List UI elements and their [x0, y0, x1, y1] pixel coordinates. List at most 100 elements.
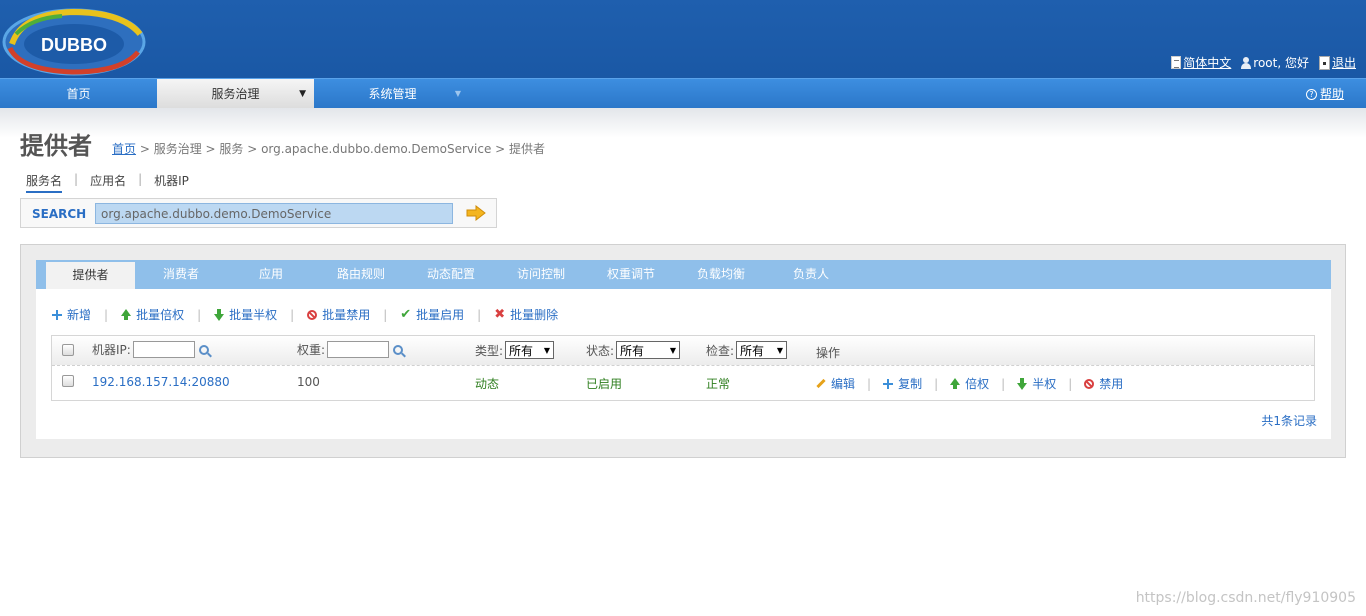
breadcrumb: 首页 > 服务治理 > 服务 > org.apache.dubbo.demo.D… [112, 140, 545, 157]
copy-label: 复制 [898, 377, 923, 391]
main-panel: 提供者 消费者 应用 路由规则 动态配置 访问控制 权重调节 负载均衡 负责人 … [20, 244, 1346, 458]
ip-filter: 机器IP: [92, 341, 209, 358]
divider: | [1068, 376, 1073, 391]
tab-applications[interactable]: 应用 [226, 260, 316, 289]
search-box: SEARCH [20, 198, 497, 228]
search-icon[interactable] [198, 344, 209, 355]
nav-item-home[interactable]: 首页 [0, 79, 157, 109]
help-icon: ? [1305, 88, 1317, 100]
type-select-value: 所有 [509, 343, 534, 358]
chevron-down-icon: ▼ [299, 89, 306, 99]
toolbar: 新增 | 批量倍权 | 批量半权 | 批量禁用 | ✔ 批量启用 | ✖ 批量删… [52, 306, 558, 323]
divider: | [104, 307, 109, 322]
edit-button[interactable]: 编辑 [816, 375, 855, 392]
breadcrumb-home-link[interactable]: 首页 [112, 142, 136, 156]
select-all-checkbox[interactable] [62, 344, 74, 356]
search-tab-application[interactable]: 应用名 [90, 172, 126, 193]
edit-label: 编辑 [831, 377, 856, 391]
tab-weights[interactable]: 权重调节 [586, 260, 676, 289]
ban-icon [1084, 378, 1095, 389]
tab-access[interactable]: 访问控制 [496, 260, 586, 289]
arrow-down-icon [214, 309, 225, 321]
type-filter: 类型: 所有 ▼ [475, 341, 555, 359]
search-input[interactable] [95, 203, 453, 224]
arrow-up-icon [121, 309, 132, 320]
search-tab-service[interactable]: 服务名 [26, 172, 63, 193]
type-select[interactable]: 所有 ▼ [505, 341, 555, 359]
nav-item-label: 服务治理 [211, 87, 260, 101]
divider: | [934, 376, 939, 391]
double-label: 倍权 [965, 377, 990, 391]
arrow-right-icon[interactable] [466, 205, 486, 221]
half-weight-button[interactable]: 半权 [1017, 375, 1056, 392]
status-select-value: 所有 [620, 343, 645, 358]
provider-status: 已启用 [586, 377, 623, 391]
language-label[interactable]: 简体中文 [1183, 54, 1231, 71]
copy-button[interactable]: 复制 [883, 375, 922, 392]
dubbo-logo[interactable]: DUBBO [2, 4, 148, 76]
batch-double-button[interactable]: 批量倍权 [121, 306, 184, 323]
batch-double-label: 批量倍权 [136, 308, 185, 322]
divider: | [867, 376, 872, 391]
status-filter: 状态: 所有 ▼ [586, 341, 681, 359]
tab-loadbalance[interactable]: 负载均衡 [676, 260, 766, 289]
tab-owners[interactable]: 负责人 [766, 260, 856, 289]
header-links: 简体中文 root, 您好 退出 [1171, 54, 1356, 71]
chevron-down-icon: ▼ [454, 89, 461, 98]
batch-disable-button[interactable]: 批量禁用 [307, 306, 370, 323]
main-nav: 首页 服务治理 ▼ 系统管理 ▼ ? 帮助 [0, 78, 1366, 109]
language-link[interactable]: 简体中文 [1171, 54, 1231, 71]
document-icon [1171, 56, 1182, 69]
chevron-down-icon: ▼ [543, 345, 551, 355]
add-button[interactable]: 新增 [52, 306, 91, 323]
row-actions: 编辑 | 复制 | 倍权 | 半权 | 禁用 [816, 375, 1123, 392]
search-icon[interactable] [393, 344, 404, 355]
tab-consumers[interactable]: 消费者 [136, 260, 226, 289]
actions-header: 操作 [816, 346, 841, 360]
logout-label[interactable]: 退出 [1332, 54, 1356, 71]
batch-half-button[interactable]: 批量半权 [214, 306, 277, 323]
ip-filter-input[interactable] [132, 341, 195, 358]
divider: | [290, 307, 295, 322]
logout-icon [1318, 55, 1330, 70]
disable-button[interactable]: 禁用 [1084, 375, 1123, 392]
tab-routes[interactable]: 路由规则 [316, 260, 406, 289]
batch-enable-button[interactable]: ✔ 批量启用 [400, 306, 464, 323]
page-title: 提供者 [20, 132, 92, 160]
chevron-down-icon: ▼ [669, 345, 677, 355]
disable-label: 禁用 [1099, 377, 1124, 391]
divider: | [74, 172, 79, 186]
arrow-up-icon [950, 378, 961, 389]
status-select[interactable]: 所有 ▼ [616, 341, 681, 359]
watermark-text: https://blog.csdn.net/fly910905 [1135, 590, 1356, 606]
weight-filter-input[interactable] [327, 341, 390, 358]
add-label: 新增 [67, 308, 92, 322]
batch-delete-label: 批量删除 [510, 308, 559, 322]
plus-icon [52, 309, 62, 320]
type-header: 类型: [475, 343, 504, 358]
header-shade [0, 108, 1366, 138]
search-tab-ip[interactable]: 机器IP [154, 172, 189, 193]
logout-link[interactable]: 退出 [1318, 54, 1356, 71]
check-select[interactable]: 所有 ▼ [736, 341, 788, 359]
check-icon: ✔ [400, 307, 412, 322]
help-label[interactable]: 帮助 [1320, 79, 1344, 109]
tab-bar: 提供者 消费者 应用 路由规则 动态配置 访问控制 权重调节 负载均衡 负责人 [36, 260, 1331, 289]
app-header: DUBBO 简体中文 root, 您好 退出 [0, 0, 1366, 78]
provider-address-link[interactable]: 192.168.157.14:20880 [92, 375, 230, 389]
providers-table: 机器IP: 权重: 类型: 所有 ▼ 状态: 所有 ▼ 检查: 所有 ▼ 操作 … [51, 335, 1315, 401]
record-count: 共1条记录 [1261, 414, 1317, 428]
svg-text:DUBBO: DUBBO [41, 35, 107, 55]
double-weight-button[interactable]: 倍权 [950, 375, 989, 392]
check-select-value: 所有 [740, 343, 765, 358]
divider: | [477, 307, 482, 322]
tab-overrides[interactable]: 动态配置 [406, 260, 496, 289]
row-checkbox[interactable] [62, 375, 74, 387]
nav-item-system-admin[interactable]: 系统管理 ▼ [314, 79, 471, 109]
pencil-icon [816, 378, 826, 389]
help-link[interactable]: ? 帮助 [1305, 79, 1344, 109]
batch-delete-button[interactable]: ✖ 批量删除 [494, 306, 558, 323]
user-icon [1241, 56, 1252, 69]
tab-providers[interactable]: 提供者 [46, 262, 135, 289]
nav-item-service-governance[interactable]: 服务治理 ▼ [157, 79, 314, 109]
